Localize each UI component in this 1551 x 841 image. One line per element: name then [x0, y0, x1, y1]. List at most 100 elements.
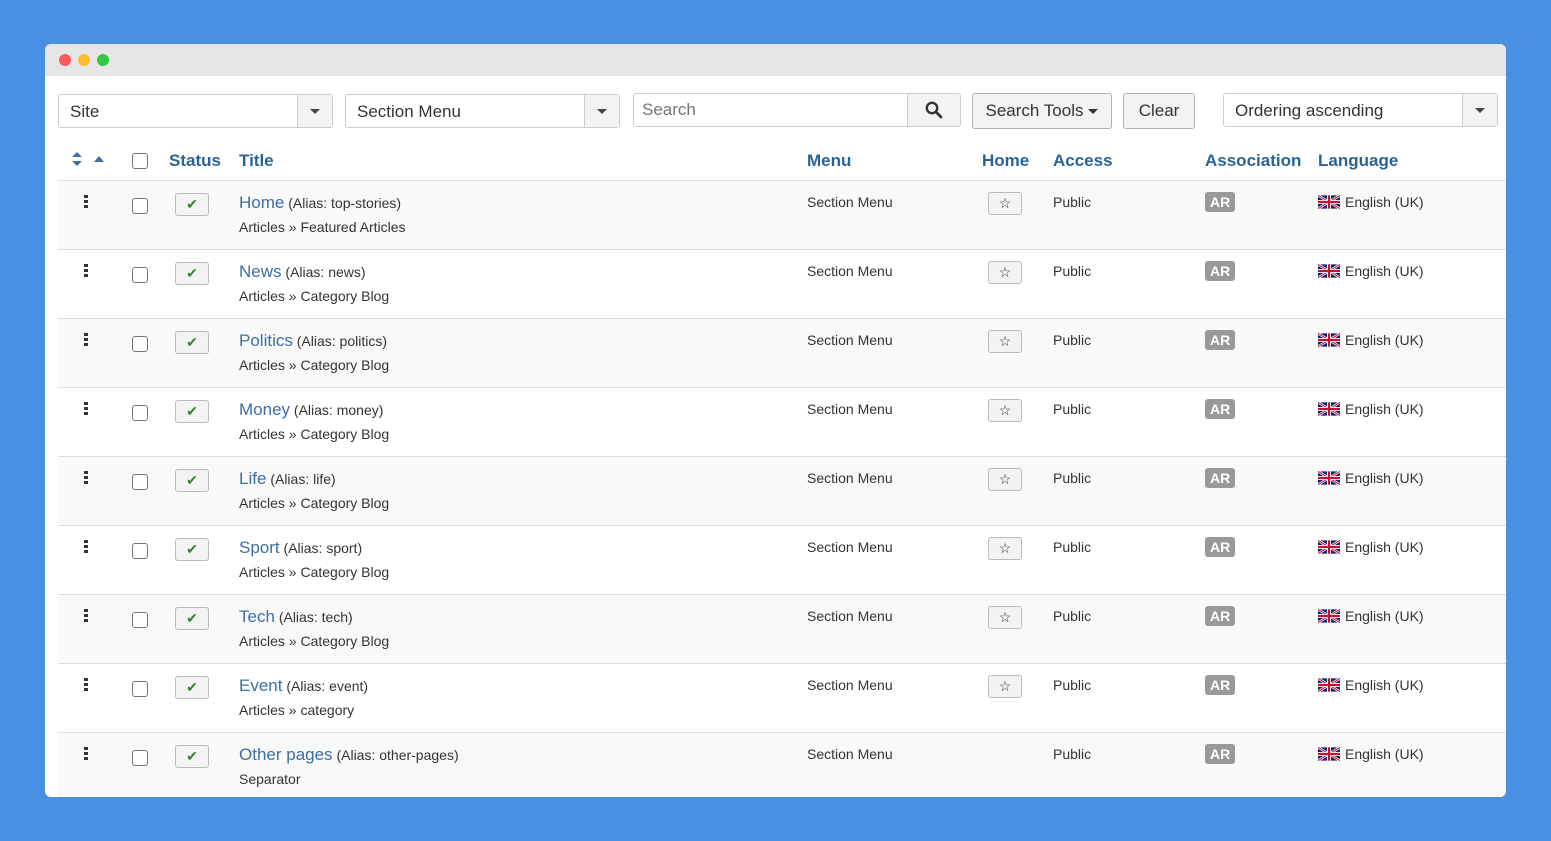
association-badge[interactable]: AR [1205, 605, 1236, 626]
ordering-select[interactable]: Ordering ascending [1223, 93, 1498, 127]
maximize-window-button[interactable] [97, 54, 109, 66]
item-language: English (UK) [1345, 676, 1424, 693]
row-checkbox[interactable] [132, 680, 148, 697]
publish-toggle-button[interactable]: ✔ [175, 468, 209, 492]
drag-handle-icon[interactable] [84, 332, 88, 346]
title-cell: Event (Alias: event) Articles » category [239, 663, 807, 733]
drag-handle-cell [58, 663, 120, 733]
association-badge[interactable]: AR [1205, 191, 1236, 212]
association-badge[interactable]: AR [1205, 398, 1236, 419]
association-column-header[interactable]: Association [1205, 142, 1318, 181]
checkbox-cell [120, 525, 169, 595]
site-select[interactable]: Site [58, 94, 333, 128]
menu-cell: Section Menu [807, 180, 982, 250]
item-title-link[interactable]: News [239, 262, 282, 281]
home-column-header[interactable]: Home [982, 142, 1053, 181]
menu-cell: Section Menu [807, 732, 982, 797]
row-checkbox[interactable] [132, 473, 148, 490]
publish-toggle-button[interactable]: ✔ [175, 330, 209, 354]
site-select-toggle[interactable] [297, 95, 332, 127]
drag-handle-icon[interactable] [84, 263, 88, 277]
row-checkbox[interactable] [132, 611, 148, 628]
row-checkbox[interactable] [132, 266, 148, 283]
search-tools-button[interactable]: Search Tools [972, 93, 1112, 129]
association-badge[interactable]: AR [1205, 329, 1236, 350]
item-title-link[interactable]: Tech [239, 607, 275, 626]
sort-ascending-icon[interactable] [94, 155, 104, 162]
home-cell: ☆ [982, 180, 1053, 250]
set-home-button[interactable]: ☆ [988, 191, 1022, 215]
drag-handle-cell [58, 318, 120, 388]
caret-down-icon [1475, 107, 1485, 113]
row-checkbox[interactable] [132, 404, 148, 421]
drag-handle-icon[interactable] [84, 677, 88, 691]
publish-toggle-button[interactable]: ✔ [175, 192, 209, 216]
association-badge[interactable]: AR [1205, 536, 1236, 557]
item-title-link[interactable]: Money [239, 400, 290, 419]
uk-flag-icon [1318, 401, 1340, 416]
menu-select-toggle[interactable] [584, 95, 619, 127]
select-all-checkbox[interactable] [132, 153, 148, 170]
drag-handle-icon[interactable] [84, 539, 88, 553]
drag-handle-icon[interactable] [84, 746, 88, 760]
checkbox-cell [120, 732, 169, 797]
close-window-button[interactable] [59, 54, 71, 66]
item-title-link[interactable]: Politics [239, 331, 293, 350]
menu-cell: Section Menu [807, 249, 982, 319]
home-cell: ☆ [982, 525, 1053, 595]
drag-handle-icon[interactable] [84, 608, 88, 622]
publish-toggle-button[interactable]: ✔ [175, 261, 209, 285]
menu-column-header[interactable]: Menu [807, 142, 982, 181]
set-home-button[interactable]: ☆ [988, 467, 1022, 491]
publish-toggle-button[interactable]: ✔ [175, 606, 209, 630]
publish-toggle-button[interactable]: ✔ [175, 675, 209, 699]
ordering-column-header[interactable] [58, 142, 120, 181]
publish-toggle-button[interactable]: ✔ [175, 399, 209, 423]
item-title-link[interactable]: Sport [239, 538, 280, 557]
set-home-button[interactable]: ☆ [988, 329, 1022, 353]
set-home-button[interactable]: ☆ [988, 605, 1022, 629]
language-column-header[interactable]: Language [1318, 142, 1506, 181]
item-access: Public [1053, 262, 1092, 279]
sort-icon[interactable] [72, 151, 82, 166]
association-badge[interactable]: AR [1205, 674, 1236, 695]
association-badge[interactable]: AR [1205, 260, 1236, 281]
status-column-header[interactable]: Status [169, 142, 239, 181]
publish-toggle-button[interactable]: ✔ [175, 537, 209, 561]
drag-handle-icon[interactable] [84, 194, 88, 208]
language-cell: English (UK) [1318, 249, 1506, 319]
set-home-button[interactable]: ☆ [988, 674, 1022, 698]
ordering-select-toggle[interactable] [1462, 94, 1497, 126]
association-badge[interactable]: AR [1205, 743, 1236, 764]
item-title-link[interactable]: Other pages [239, 745, 333, 764]
item-type: Articles » Category Blog [239, 287, 390, 304]
row-checkbox[interactable] [132, 335, 148, 352]
clear-button[interactable]: Clear [1123, 93, 1195, 129]
search-button[interactable] [907, 93, 961, 127]
item-title-link[interactable]: Life [239, 469, 266, 488]
item-type: Articles » Category Blog [239, 563, 390, 580]
row-checkbox[interactable] [132, 197, 148, 214]
minimize-window-button[interactable] [78, 54, 90, 66]
title-cell: News (Alias: news) Articles » Category B… [239, 249, 807, 319]
association-cell: AR [1205, 318, 1318, 388]
set-home-button[interactable]: ☆ [988, 260, 1022, 284]
item-title-link[interactable]: Home [239, 193, 284, 212]
item-title-link[interactable]: Event [239, 676, 282, 695]
association-cell: AR [1205, 249, 1318, 319]
publish-toggle-button[interactable]: ✔ [175, 744, 209, 768]
menu-cell: Section Menu [807, 318, 982, 388]
set-home-button[interactable]: ☆ [988, 536, 1022, 560]
drag-handle-icon[interactable] [84, 401, 88, 415]
check-icon: ✔ [186, 540, 198, 557]
row-checkbox[interactable] [132, 542, 148, 559]
title-column-header[interactable]: Title [239, 142, 807, 181]
association-badge[interactable]: AR [1205, 467, 1236, 488]
item-menu: Section Menu [807, 676, 893, 693]
access-column-header[interactable]: Access [1053, 142, 1205, 181]
set-home-button[interactable]: ☆ [988, 398, 1022, 422]
row-checkbox[interactable] [132, 749, 148, 766]
drag-handle-icon[interactable] [84, 470, 88, 484]
search-input[interactable] [633, 93, 909, 127]
menu-select[interactable]: Section Menu [345, 94, 620, 128]
